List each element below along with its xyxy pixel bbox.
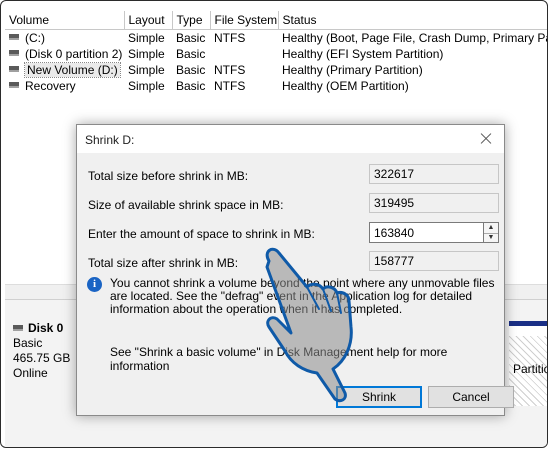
info-message: You cannot shrink a volume beyond the po… bbox=[110, 276, 495, 316]
disk-type: Basic bbox=[13, 336, 43, 350]
volume-name: (C:) bbox=[25, 31, 45, 45]
status-cell: Healthy (Primary Partition) bbox=[282, 63, 423, 77]
cancel-button[interactable]: Cancel bbox=[428, 386, 514, 408]
available-space-value: 319495 bbox=[369, 193, 499, 213]
file-system-cell: NTFS bbox=[214, 31, 246, 45]
shrink-button[interactable]: Shrink bbox=[336, 386, 422, 408]
drive-icon bbox=[9, 82, 19, 88]
shrink-amount-label: Enter the amount of space to shrink in M… bbox=[88, 227, 315, 241]
disk-management-window: Volume Layout Type File System Status (C… bbox=[0, 0, 548, 448]
file-system-cell bbox=[210, 46, 278, 62]
disk-name: Disk 0 bbox=[28, 321, 64, 335]
layout-cell: Simple bbox=[128, 47, 165, 61]
status-cell: Healthy (OEM Partition) bbox=[282, 79, 409, 93]
total-after-label: Total size after shrink in MB: bbox=[88, 256, 239, 270]
shrink-amount-stepper[interactable]: ▲ ▼ bbox=[484, 222, 499, 243]
total-before-label: Total size before shrink in MB: bbox=[88, 169, 249, 183]
file-system-cell: NTFS bbox=[214, 79, 246, 93]
drive-icon bbox=[9, 34, 19, 40]
drive-icon bbox=[9, 50, 19, 56]
column-header-status[interactable]: Status bbox=[278, 11, 547, 30]
disk-icon bbox=[13, 324, 23, 331]
dialog-titlebar[interactable]: Shrink D: bbox=[77, 125, 504, 153]
column-header-layout[interactable]: Layout bbox=[124, 11, 173, 30]
shrink-amount-input[interactable] bbox=[369, 222, 484, 243]
partition-label: Partition) bbox=[513, 362, 547, 376]
info-icon: i bbox=[87, 277, 102, 292]
file-system-cell: NTFS bbox=[214, 63, 246, 77]
help-link-text: See "Shrink a basic volume" in Disk Mana… bbox=[110, 345, 448, 373]
status-cell: Healthy (Boot, Page File, Crash Dump, Pr… bbox=[282, 31, 547, 45]
drive-icon bbox=[9, 66, 19, 72]
column-header-volume[interactable]: Volume bbox=[5, 11, 125, 30]
status-cell: Healthy (EFI System Partition) bbox=[282, 47, 444, 61]
total-before-value: 322617 bbox=[369, 164, 499, 184]
volume-name: Recovery bbox=[25, 79, 76, 93]
table-row[interactable]: (C:) Simple Basic NTFS Healthy (Boot, Pa… bbox=[5, 30, 547, 47]
layout-cell: Simple bbox=[128, 31, 165, 45]
dialog-title: Shrink D: bbox=[85, 133, 135, 147]
total-after-value: 158777 bbox=[369, 251, 499, 271]
type-cell: Basic bbox=[176, 47, 206, 61]
table-row[interactable]: (Disk 0 partition 2) Simple Basic Health… bbox=[5, 46, 547, 62]
table-row[interactable]: Recovery Simple Basic NTFS Healthy (OEM … bbox=[5, 78, 547, 94]
shrink-dialog: Shrink D: Total size before shrink in MB… bbox=[76, 124, 514, 416]
column-header-type[interactable]: Type bbox=[172, 11, 211, 30]
table-row[interactable]: New Volume (D:) Simple Basic NTFS Health… bbox=[5, 62, 547, 78]
available-space-label: Size of available shrink space in MB: bbox=[88, 198, 284, 212]
disk-size: 465.75 GB bbox=[13, 351, 71, 365]
layout-cell: Simple bbox=[128, 79, 165, 93]
type-cell: Basic bbox=[176, 31, 206, 45]
volume-table: Volume Layout Type File System Status (C… bbox=[5, 11, 547, 94]
close-icon[interactable] bbox=[476, 129, 496, 149]
table-header-row: Volume Layout Type File System Status bbox=[5, 11, 547, 30]
volume-name: (Disk 0 partition 2) bbox=[25, 47, 123, 61]
partition-block[interactable]: Partition) bbox=[509, 321, 547, 406]
layout-cell: Simple bbox=[128, 63, 165, 77]
volume-name: New Volume (D:) bbox=[24, 62, 121, 78]
type-cell: Basic bbox=[176, 63, 206, 77]
disk-info[interactable]: Disk 0 Basic 465.75 GB Online bbox=[13, 321, 70, 381]
disk-state: Online bbox=[13, 366, 48, 380]
type-cell: Basic bbox=[176, 79, 206, 93]
column-header-file-system[interactable]: File System bbox=[210, 11, 279, 30]
spin-down-icon[interactable]: ▼ bbox=[484, 233, 498, 243]
